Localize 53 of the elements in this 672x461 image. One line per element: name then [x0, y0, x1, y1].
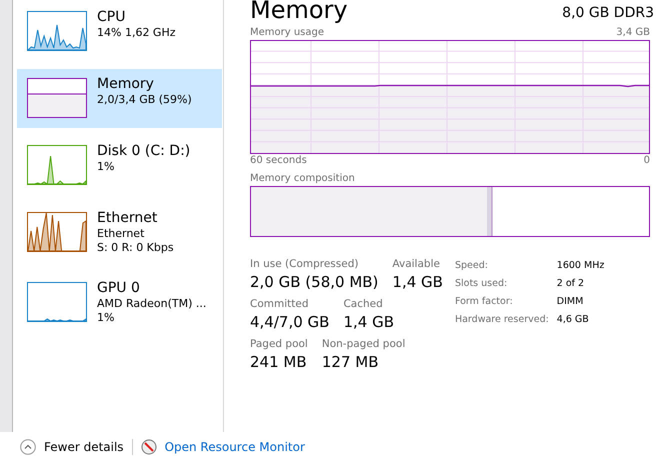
sparkline-graph [27, 212, 87, 252]
axis-min-label: 0 [644, 154, 650, 168]
stat-label: Cached [343, 297, 384, 311]
item-detail: 14% 1,62 GHz [97, 26, 176, 40]
stat-value: 241 MB [250, 352, 308, 373]
page-title: Memory [250, 0, 348, 22]
item-detail: 1% [97, 160, 116, 174]
item-title: Memory [97, 75, 155, 93]
item-title: Disk 0 (C: D:) [97, 142, 190, 160]
graph-label: Memory composition [250, 172, 355, 186]
item-detail: Ethernet [97, 227, 146, 241]
memory-type: 8,0 GB DDR3 [562, 4, 654, 22]
chevron-up-icon [20, 438, 36, 454]
sparkline-graph [27, 145, 87, 185]
memory-thumbnail-graph [27, 78, 87, 118]
item-detail: 1% [97, 311, 116, 325]
spec-value: 2 of 2 [556, 277, 586, 291]
stat-label: Non-paged pool [322, 337, 406, 351]
resource-monitor-link[interactable]: Open Resource Monitor [164, 440, 305, 454]
resource-monitor-icon [140, 438, 157, 454]
spec-label: Speed: [454, 259, 489, 273]
spec-label: Slots used: [454, 277, 508, 291]
sidebar-item[interactable]: CPU 14% 1,62 GHz [17, 2, 222, 61]
fewer-details-button[interactable]: Fewer details [20, 438, 124, 454]
sparkline-graph [27, 282, 87, 322]
stat-value: 4,4/7,0 GB [250, 312, 330, 333]
sparkline-graph [27, 11, 87, 51]
spec-value: 1600 MHz [556, 259, 604, 273]
stat-label: Committed [250, 297, 310, 311]
item-detail: 2,0/3,4 GB (59%) [97, 93, 192, 107]
item-title: GPU 0 [97, 279, 141, 297]
item-detail: S: 0 R: 0 Kbps [97, 241, 174, 255]
graph-label: Memory usage [250, 26, 324, 40]
time-axis-label: 60 seconds [250, 154, 307, 168]
item-title: Ethernet [97, 209, 158, 227]
sidebar-item[interactable]: GPU 0 AMD Radeon(TM) ... 1% [17, 273, 222, 335]
spec-value: 4,6 GB [556, 313, 590, 327]
spec-label: Hardware reserved: [454, 313, 549, 327]
stat-label: Available [392, 257, 441, 271]
spec-value: DIMM [556, 295, 584, 309]
spec-label: Form factor: [454, 295, 514, 309]
sidebar-item[interactable]: Memory 2,0/3,4 GB (59%) [17, 69, 222, 128]
item-detail: AMD Radeon(TM) ... [97, 297, 206, 311]
item-title: CPU [97, 8, 126, 26]
stat-value: 1,4 GB [343, 312, 394, 333]
sidebar-item[interactable]: Disk 0 (C: D:) 1% [17, 136, 222, 195]
sidebar-item[interactable]: Ethernet Ethernet S: 0 R: 0 Kbps [17, 203, 222, 265]
stat-label: Paged pool [250, 337, 308, 351]
stat-label: In use (Compressed) [250, 257, 360, 271]
stat-value: 1,4 GB [392, 272, 443, 293]
stat-value: 2,0 GB (58,0 MB) [250, 272, 378, 293]
graph-max: 3,4 GB [616, 26, 650, 40]
stat-value: 127 MB [322, 352, 380, 373]
